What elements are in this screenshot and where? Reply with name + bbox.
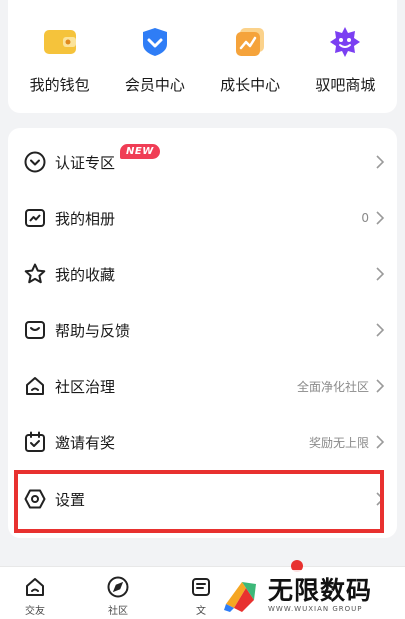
nav-label: 交友 [25,606,45,617]
growth-center-label: 成长中心 [220,76,281,94]
menu-item-community[interactable]: 社区治理 全面净化社区 [8,358,397,414]
menu-item-album[interactable]: 我的相册 0 [8,190,397,246]
watermark-logo-icon [224,581,256,612]
menu-item-label: 我的相册 [55,209,116,228]
menu-item-verify[interactable]: 认证专区 NEW [8,134,397,190]
menu-item-label: 认证专区 [55,153,116,172]
watermark-subtitle: WWW.WUXIAN GROUP [268,604,363,613]
mall-entry[interactable]: 驭吧商城 [300,0,390,113]
growth-icon [232,24,268,60]
chevron-right-icon [376,211,385,225]
growth-center-entry[interactable]: 成长中心 [205,0,295,113]
chevron-right-icon [376,267,385,281]
new-badge: NEW [120,144,160,159]
chevron-right-icon [376,492,385,506]
menu-item-help[interactable]: 帮助与反馈 [8,302,397,358]
compass-icon [107,576,129,598]
watermark: 无限数码 WWW.WUXIAN GROUP [218,570,405,619]
text-icon [192,578,210,596]
member-icon [137,24,173,60]
chevron-right-icon [376,435,385,449]
nav-label: 文 [196,606,206,617]
menu-item-label: 帮助与反馈 [55,321,131,340]
help-icon [23,318,47,342]
mall-icon [327,24,363,60]
menu-item-label: 邀请有奖 [55,433,116,452]
community-hint: 全面净化社区 [296,379,369,394]
invite-hint: 奖励无上限 [308,435,369,450]
wallet-entry[interactable]: 我的钱包 [15,0,105,113]
menu-item-label: 我的收藏 [55,265,116,284]
menu-item-settings[interactable]: 设置 [8,471,397,527]
star-icon [23,262,47,286]
chevron-right-icon [376,155,385,169]
friends-icon [26,578,44,596]
member-center-label: 会员中心 [124,76,185,94]
nav-tab-friends[interactable]: 交友 [10,575,60,617]
nav-label: 社区 [108,606,128,617]
menu-item-label: 设置 [55,490,86,509]
member-center-entry[interactable]: 会员中心 [110,0,200,113]
album-icon [23,206,47,230]
wallet-label: 我的钱包 [29,76,90,94]
mall-label: 驭吧商城 [315,76,376,94]
nav-tab-community[interactable]: 社区 [93,575,143,617]
community-icon [23,374,47,398]
menu-item-favorites[interactable]: 我的收藏 [8,246,397,302]
wallet-icon [42,24,78,60]
watermark-title: 无限数码 [268,575,373,605]
verify-icon [23,150,47,174]
chevron-right-icon [376,379,385,393]
menu-item-label: 社区治理 [55,377,116,396]
menu-card: 认证专区 NEW 我的相册 0 我的收藏 帮助与反馈 社区治理 全面净化社区 邀… [8,128,397,538]
settings-icon [23,487,47,511]
quick-entry-card: 我的钱包 会员中心 成长中心 驭吧商城 [8,0,397,113]
chevron-right-icon [376,323,385,337]
album-count: 0 [361,211,369,225]
menu-item-invite[interactable]: 邀请有奖 奖励无上限 [8,414,397,470]
invite-icon [23,430,47,454]
